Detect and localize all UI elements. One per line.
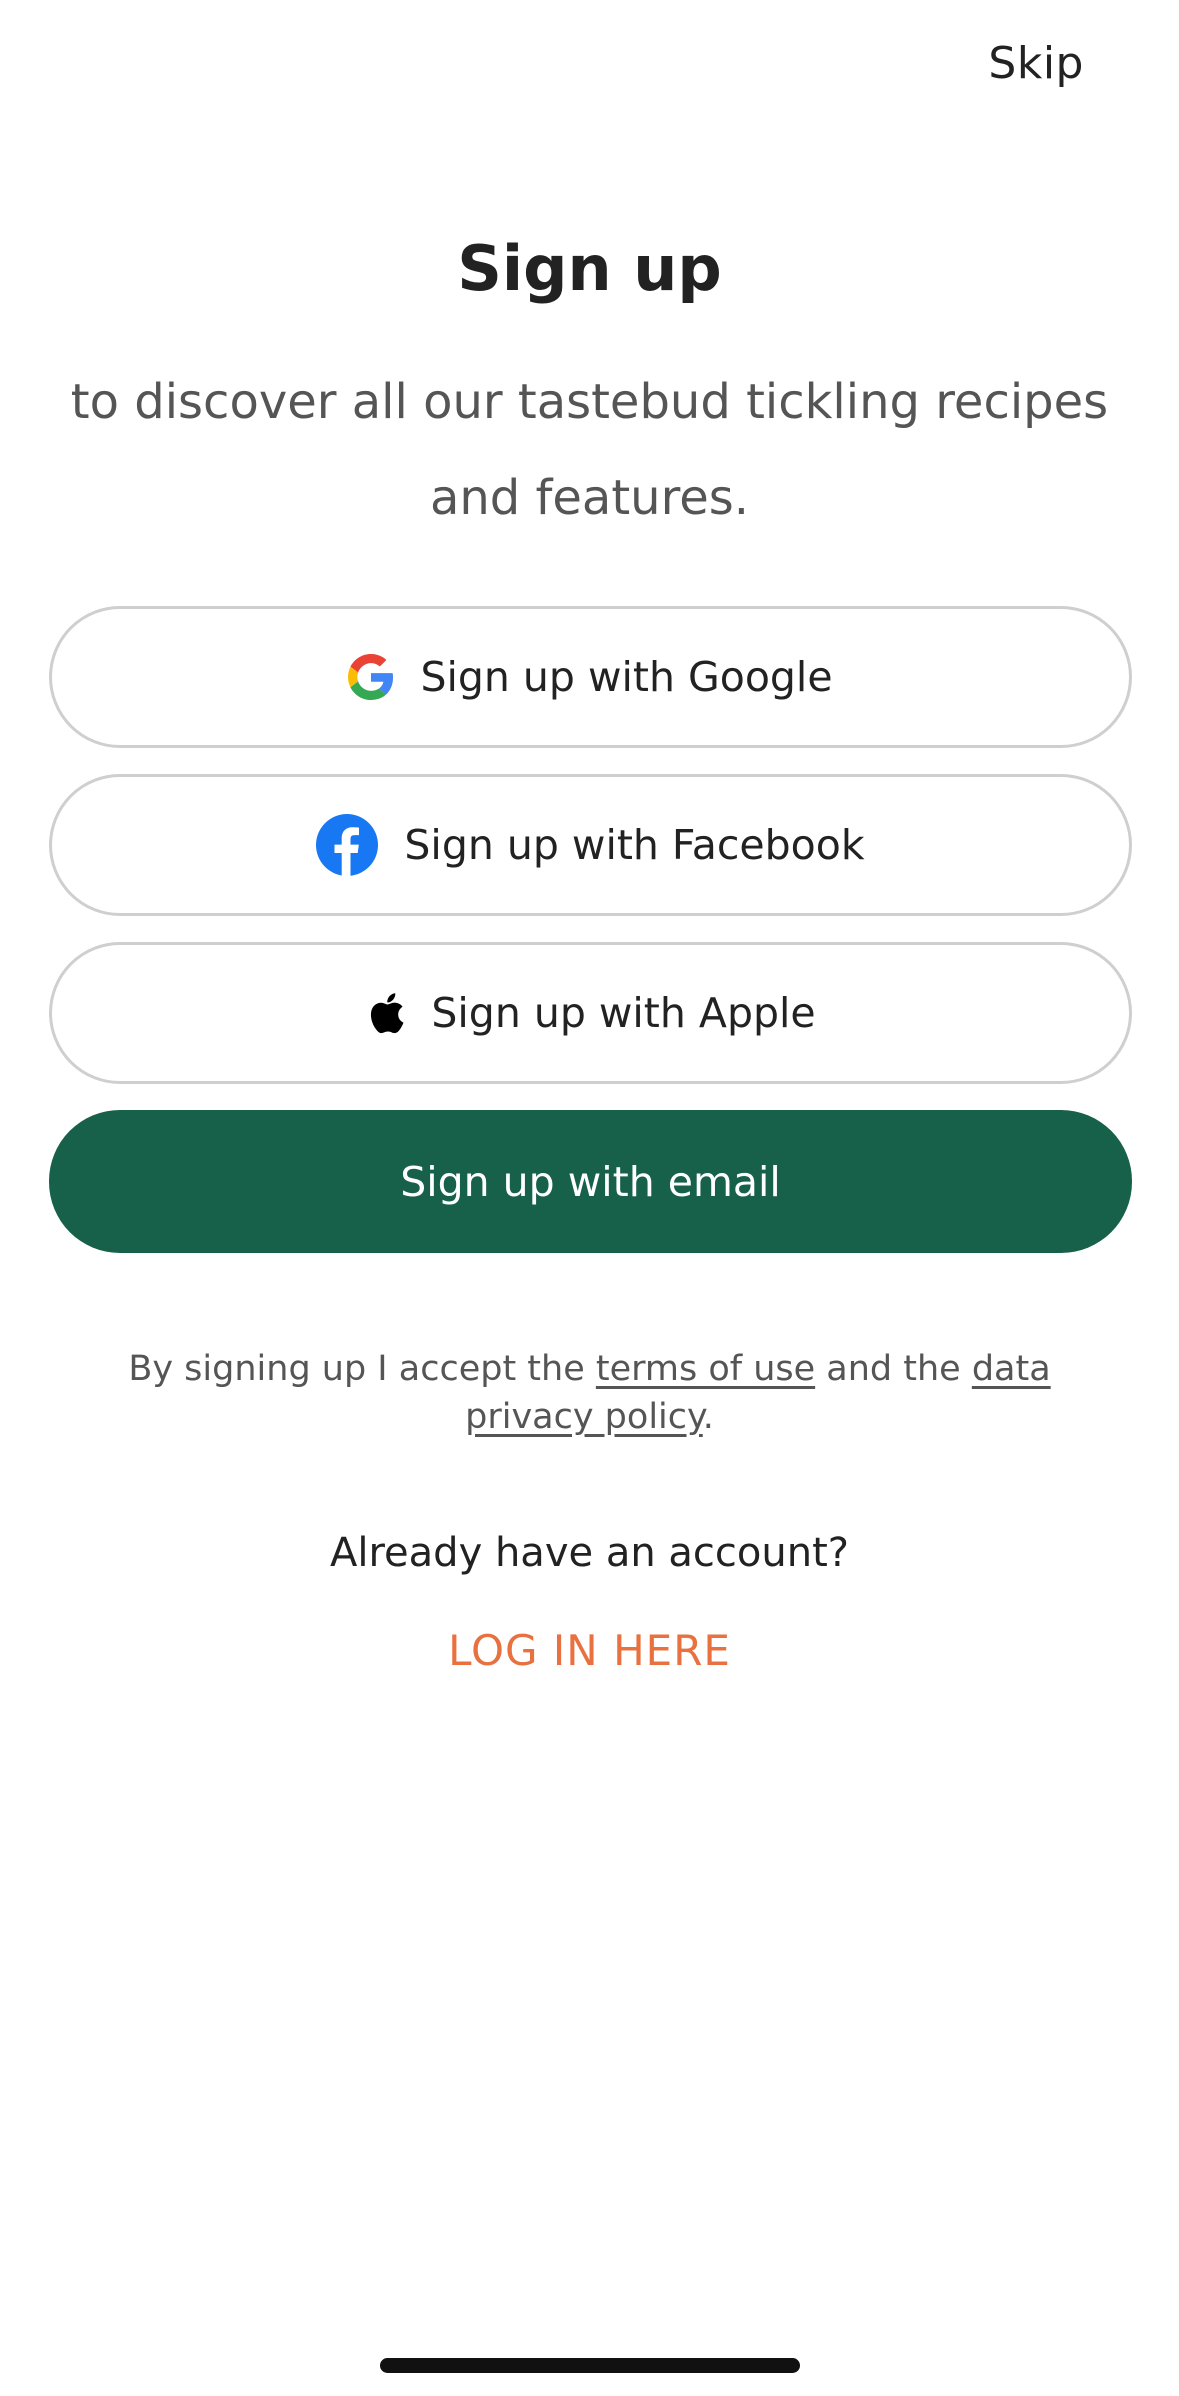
google-signup-button[interactable]: Sign up with Google — [49, 606, 1132, 748]
page-title: Sign up — [457, 232, 722, 305]
facebook-icon — [316, 814, 379, 876]
apple-signup-label: Sign up with Apple — [431, 989, 816, 1037]
email-signup-label: Sign up with email — [400, 1157, 781, 1206]
legal-middle: and the — [815, 1349, 972, 1389]
page-subtitle: to discover all our tastebud tickling re… — [70, 374, 1109, 526]
legal-notice: By signing up I accept the terms of use … — [80, 1345, 1099, 1441]
skip-button[interactable]: Skip — [988, 38, 1084, 89]
google-icon — [348, 654, 394, 700]
login-link[interactable]: LOG IN HERE — [0, 1626, 1179, 1675]
signup-screen: Skip Sign up to discover all our tastebu… — [0, 0, 1179, 2396]
legal-prefix: By signing up I accept the — [128, 1349, 596, 1389]
home-indicator[interactable] — [380, 2358, 800, 2373]
already-have-account-text: Already have an account? — [330, 1530, 849, 1576]
apple-icon — [365, 989, 405, 1037]
email-signup-button[interactable]: Sign up with email — [49, 1110, 1132, 1253]
apple-signup-button[interactable]: Sign up with Apple — [49, 942, 1132, 1084]
google-signup-label: Sign up with Google — [420, 653, 833, 701]
facebook-signup-label: Sign up with Facebook — [404, 821, 865, 869]
legal-suffix: . — [702, 1397, 714, 1437]
facebook-signup-button[interactable]: Sign up with Facebook — [49, 774, 1132, 916]
terms-of-use-link[interactable]: terms of use — [596, 1349, 815, 1389]
